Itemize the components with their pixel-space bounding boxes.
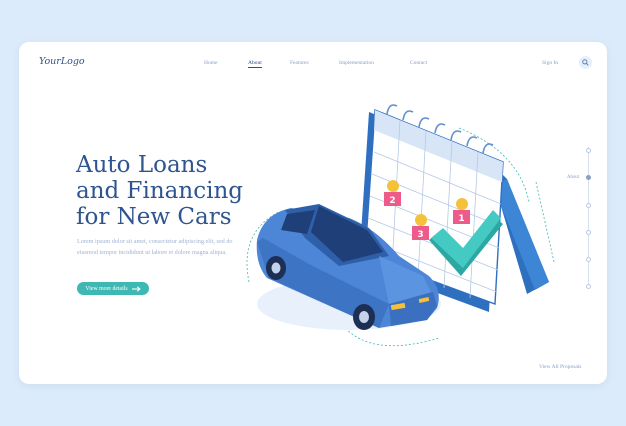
day-label-2: 2 bbox=[389, 196, 395, 206]
orbit-arrow-right bbox=[535, 181, 555, 263]
car-wheel-front bbox=[353, 304, 375, 330]
view-all-proposals-link[interactable]: View All Proposals bbox=[539, 364, 581, 370]
section-dot-3[interactable] bbox=[586, 203, 591, 208]
illustration: 2 3 1 bbox=[246, 104, 555, 347]
section-rail bbox=[588, 147, 589, 289]
day-label-1: 1 bbox=[458, 214, 464, 224]
section-rail-label: About bbox=[567, 175, 579, 180]
section-dot-6[interactable] bbox=[586, 284, 591, 289]
landing-card: YourLogo Home About Features Implementat… bbox=[19, 42, 607, 384]
section-dot-2[interactable] bbox=[586, 175, 591, 180]
car-wheel-rear bbox=[266, 256, 286, 280]
section-dot-4[interactable] bbox=[586, 230, 591, 235]
section-dot-1[interactable] bbox=[586, 148, 591, 153]
section-dot-5[interactable] bbox=[586, 257, 591, 262]
day-label-3: 3 bbox=[417, 230, 423, 240]
